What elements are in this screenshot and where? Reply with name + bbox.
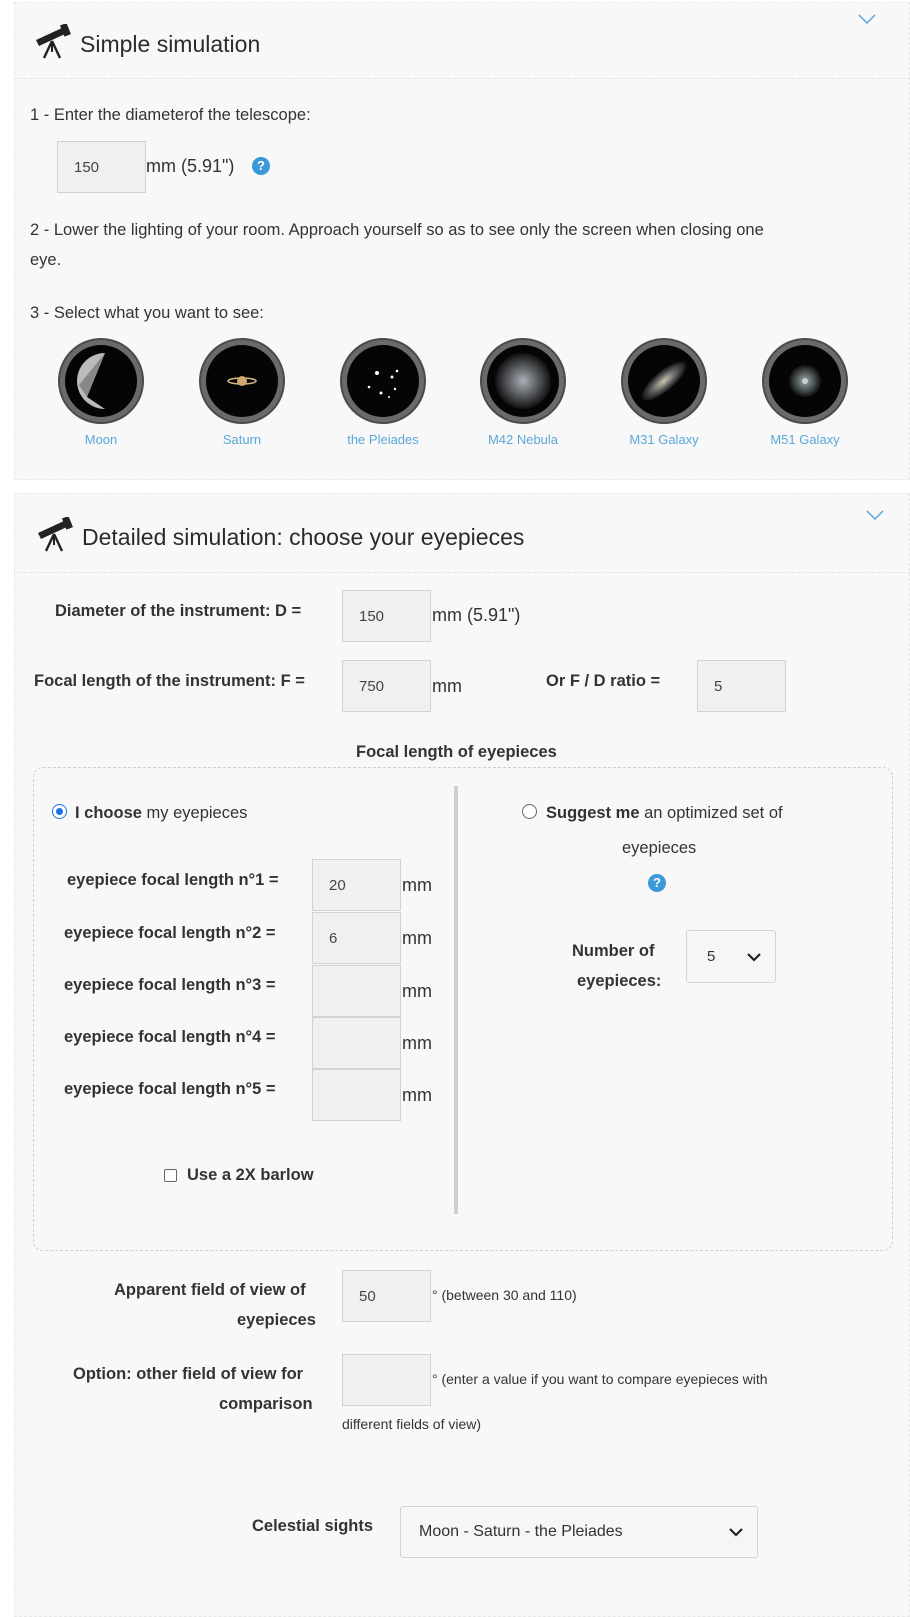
eyepiece-1-label: eyepiece focal length n°1 = bbox=[67, 871, 279, 889]
collapse-chevron-icon[interactable] bbox=[866, 508, 884, 526]
choose-eyepieces-label[interactable]: I choose my eyepieces bbox=[75, 804, 247, 823]
barlow-checkbox[interactable] bbox=[164, 1169, 177, 1182]
help-icon[interactable]: ? bbox=[252, 157, 270, 175]
number-eyepieces-select[interactable]: 5 bbox=[686, 930, 776, 983]
suggest-eyepieces-radio[interactable] bbox=[522, 804, 537, 819]
collapse-chevron-icon[interactable] bbox=[858, 12, 876, 30]
celestial-sights-value: Moon - Saturn - the Pleiades bbox=[419, 1523, 623, 1540]
focal-length-label: Focal length of the instrument: F = bbox=[34, 672, 305, 690]
step2-label-line2: eye. bbox=[30, 251, 62, 269]
eyepiece-2-input[interactable]: 6 bbox=[312, 912, 401, 964]
object-saturn[interactable]: Saturn bbox=[187, 338, 297, 447]
other-fov-input[interactable] bbox=[342, 1354, 431, 1406]
eyepieces-vertical-divider bbox=[454, 786, 458, 1214]
eyepiece-4-unit: mm bbox=[402, 1033, 432, 1053]
eyepieces-heading: Focal length of eyepieces bbox=[356, 743, 557, 761]
other-fov-label-line1: Option: other field of view for bbox=[73, 1365, 304, 1383]
other-fov-label-line2: comparison bbox=[219, 1395, 313, 1413]
celestial-sights-select[interactable]: Moon - Saturn - the Pleiades bbox=[400, 1506, 758, 1558]
eyepiece-2-unit: mm bbox=[402, 928, 432, 948]
afov-input[interactable]: 50 bbox=[342, 1270, 431, 1322]
eyepiece-3-label: eyepiece focal length n°3 = bbox=[64, 976, 276, 994]
eyepiece-5-unit: mm bbox=[402, 1085, 432, 1105]
focal-length-input[interactable]: 750 bbox=[342, 660, 431, 712]
eyepiece-3-input[interactable] bbox=[312, 965, 401, 1017]
choose-bold-text: I choose bbox=[75, 804, 142, 822]
detailed-simulation-title: Detailed simulation: choose your eyepiec… bbox=[82, 524, 525, 550]
afov-label-line1: Apparent field of view of bbox=[114, 1281, 306, 1299]
simple-diameter-input[interactable]: 150 bbox=[57, 141, 146, 193]
choose-rest-text: my eyepieces bbox=[141, 804, 248, 822]
telescope-icon bbox=[38, 517, 73, 552]
object-label: Moon bbox=[84, 432, 118, 447]
other-fov-note-line2: different fields of view) bbox=[342, 1416, 482, 1432]
other-fov-note-line1: ° (enter a value if you want to compare … bbox=[432, 1371, 768, 1387]
object-pleiades[interactable]: the Pleiades bbox=[328, 338, 438, 447]
focal-length-unit: mm bbox=[432, 676, 462, 696]
moon-icon bbox=[65, 345, 137, 417]
fd-ratio-label: Or F / D ratio = bbox=[546, 672, 661, 690]
celestial-sights-label: Celestial sights bbox=[252, 1517, 374, 1535]
barlow-label[interactable]: Use a 2X barlow bbox=[187, 1166, 314, 1185]
object-moon[interactable]: Moon bbox=[46, 338, 156, 447]
object-m31[interactable]: M31 Galaxy bbox=[609, 338, 719, 447]
choose-eyepieces-radio[interactable] bbox=[52, 804, 67, 819]
help-icon[interactable]: ? bbox=[648, 874, 666, 892]
object-label: M31 Galaxy bbox=[629, 432, 699, 447]
number-eyepieces-label-2: eyepieces: bbox=[577, 972, 662, 990]
number-eyepieces-value: 5 bbox=[707, 948, 716, 965]
chevron-down-icon bbox=[729, 1524, 743, 1540]
object-m51[interactable]: M51 Galaxy bbox=[750, 338, 860, 447]
detailed-panel-divider bbox=[14, 572, 910, 573]
number-eyepieces-label-1: Number of bbox=[572, 942, 655, 960]
galaxy-icon bbox=[628, 345, 700, 417]
afov-note: ° (between 30 and 110) bbox=[432, 1287, 577, 1303]
eyepiece-2-label: eyepiece focal length n°2 = bbox=[64, 924, 276, 942]
diameter-label: Diameter of the instrument: D = bbox=[55, 602, 302, 620]
simple-simulation-title: Simple simulation bbox=[80, 31, 261, 57]
object-label: the Pleiades bbox=[347, 432, 419, 447]
fd-ratio-input[interactable]: 5 bbox=[697, 660, 786, 712]
step1-label: 1 - Enter the diameterof the telescope: bbox=[30, 106, 311, 124]
eyepiece-3-unit: mm bbox=[402, 981, 432, 1001]
eyepieces-box bbox=[33, 767, 893, 1251]
diameter-input[interactable]: 150 bbox=[342, 590, 431, 642]
nebula-icon bbox=[487, 345, 559, 417]
object-m42[interactable]: M42 Nebula bbox=[468, 338, 578, 447]
suggest-eyepieces-label[interactable]: Suggest me an optimized set of bbox=[546, 804, 783, 823]
chevron-down-icon bbox=[747, 949, 761, 965]
spiral-galaxy-icon bbox=[769, 345, 841, 417]
step3-label: 3 - Select what you want to see: bbox=[30, 304, 264, 322]
eyepiece-4-input[interactable] bbox=[312, 1017, 401, 1069]
afov-label-line2: eyepieces bbox=[237, 1311, 316, 1329]
object-label: Saturn bbox=[222, 432, 262, 447]
simple-panel-divider bbox=[14, 78, 910, 79]
object-label: M51 Galaxy bbox=[770, 432, 840, 447]
suggest-rest-text: an optimized set of bbox=[639, 804, 783, 822]
suggest-eyepieces-label-line2: eyepieces bbox=[622, 839, 697, 857]
simple-diameter-unit: mm (5.91") bbox=[146, 156, 235, 176]
suggest-bold-text: Suggest me bbox=[546, 804, 640, 822]
telescope-icon bbox=[36, 24, 71, 59]
eyepiece-4-label: eyepiece focal length n°4 = bbox=[64, 1028, 276, 1046]
eyepiece-1-input[interactable]: 20 bbox=[312, 859, 401, 911]
eyepiece-1-unit: mm bbox=[402, 875, 432, 895]
eyepiece-5-input[interactable] bbox=[312, 1069, 401, 1121]
saturn-icon bbox=[206, 345, 278, 417]
step2-label-line1: 2 - Lower the lighting of your room. App… bbox=[30, 221, 764, 239]
object-label: M42 Nebula bbox=[487, 432, 559, 447]
diameter-unit: mm (5.91") bbox=[432, 605, 521, 625]
pleiades-icon bbox=[347, 345, 419, 417]
eyepiece-5-label: eyepiece focal length n°5 = bbox=[64, 1080, 276, 1098]
